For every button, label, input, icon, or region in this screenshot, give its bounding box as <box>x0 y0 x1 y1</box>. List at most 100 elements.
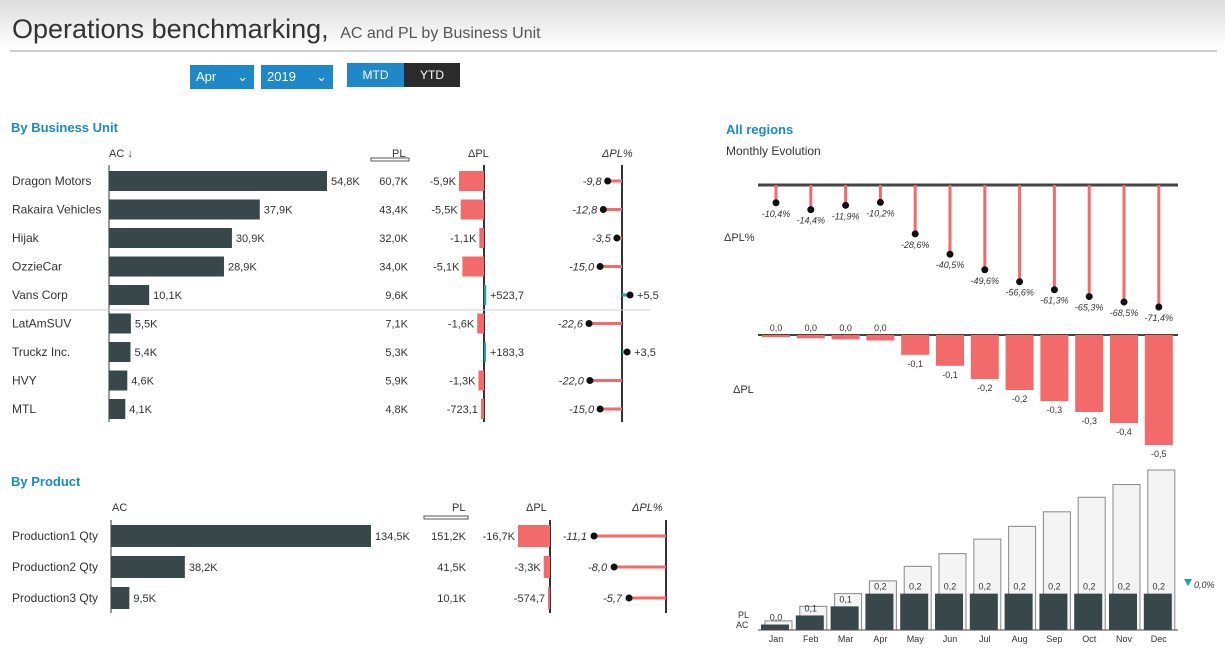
month-tick-label: Mar <box>838 634 854 644</box>
row-label: Rakaira Vehicles <box>12 203 101 217</box>
dpl-value: -1,1K <box>450 233 477 245</box>
chevron-down-icon: ⌄ <box>316 69 327 84</box>
bu-col-ac[interactable]: AC ↓ <box>109 148 133 160</box>
monthly-dplpct-value: -49,6% <box>971 276 1000 286</box>
dpl-value: -5,9K <box>430 176 457 188</box>
ac-bar <box>111 587 130 609</box>
monthly-ac-bar <box>1004 593 1033 630</box>
header-divider <box>10 50 1217 52</box>
monthly-dplpct-dot <box>876 198 884 206</box>
dpl-bar <box>459 171 484 191</box>
business-unit-title: By Business Unit <box>11 120 118 135</box>
dplpct-value: +5,5 <box>637 290 659 302</box>
dplpct-value: -22,6 <box>558 319 584 331</box>
monthly-dpl-value: 0,0 <box>839 323 852 333</box>
monthly-dplpct-dot <box>1120 298 1128 306</box>
monthly-dplpct-value: -56,6% <box>1005 288 1034 298</box>
dplpct-value: -12,8 <box>572 205 598 217</box>
monthly-ac-bar <box>761 624 789 630</box>
monthly-ac-bar <box>1039 593 1068 630</box>
pl-value: 41,5K <box>437 562 466 574</box>
month-tick-label: Jun <box>943 634 958 644</box>
monthly-dpl-value: -0,3 <box>1047 405 1063 415</box>
month-value: Apr <box>196 69 217 84</box>
ac-value: 4,6K <box>131 376 154 388</box>
ac-value: 10,1K <box>153 290 182 302</box>
prod-col-dpl: ΔPL <box>526 502 547 514</box>
row-label: Hijak <box>12 231 40 245</box>
dpl-bar <box>548 587 550 609</box>
dpl-bar <box>478 370 484 391</box>
monthly-ac-bar <box>969 593 998 630</box>
monthly-dplpct-dot <box>911 230 919 238</box>
monthly-dpl-bar <box>1075 335 1104 412</box>
end-variance-label: 0,0% <box>1194 580 1215 590</box>
ac-bar <box>109 399 126 419</box>
prod-col-ac: AC <box>112 502 128 514</box>
chevron-down-icon: ⌄ <box>237 69 248 84</box>
monthly-ac-value: 0,2 <box>874 582 887 592</box>
row-label: Production3 Qty <box>12 591 98 605</box>
dplpct-dot <box>586 377 594 384</box>
monthly-dpl-value: -0,1 <box>942 370 958 380</box>
monthly-dpl-value: -0,1 <box>907 359 923 369</box>
monthly-dpl-bar <box>970 335 999 379</box>
dpl-bar <box>484 342 486 362</box>
dplpct-dot <box>626 291 634 299</box>
ac-bar <box>109 199 260 220</box>
dplpct-value: -3,5 <box>592 233 612 245</box>
monthly-ac-value: 0,2 <box>909 582 922 592</box>
monthly-dplpct-value: -68,5% <box>1110 308 1139 318</box>
dplpct-dot <box>596 263 604 270</box>
dpl-bar <box>462 256 484 277</box>
mtd-button[interactable]: MTD <box>347 63 404 87</box>
month-tick-label: May <box>907 634 925 644</box>
regions-title: All regions <box>726 122 794 137</box>
dpl-bar <box>479 228 484 248</box>
ac-bar <box>109 370 128 391</box>
dpl-bar <box>480 399 484 419</box>
dpl-value: -5,1K <box>433 262 460 274</box>
monthly-ac-value: 0,2 <box>944 582 957 592</box>
dpl-value: -1,6K <box>448 319 475 331</box>
row-label: Production1 Qty <box>12 529 98 543</box>
dplpct-value: -5,7 <box>603 593 623 605</box>
monthly-dpl-bar <box>866 335 895 341</box>
pl-value: 7,1K <box>385 319 408 331</box>
pl-value: 32,0K <box>379 233 408 245</box>
dplpct-value: -11,1 <box>563 531 587 543</box>
monthly-dpl-bar <box>762 335 790 338</box>
month-tick-label: Feb <box>803 634 819 644</box>
dplpct-dot <box>596 405 604 413</box>
ac-value: 30,9K <box>236 233 265 245</box>
monthly-ac-value: 0,2 <box>1048 582 1061 592</box>
monthly-dpl-bar <box>901 335 930 355</box>
row-label: HVY <box>12 374 37 388</box>
dpl-bar <box>543 556 550 578</box>
ac-value: 5,5K <box>135 319 158 331</box>
month-tick-label: Jan <box>769 634 784 644</box>
year-dropdown[interactable]: 2019 ⌄ <box>261 65 333 89</box>
monthly-dpl-value: -0,2 <box>1012 394 1028 404</box>
ac-bar <box>109 171 327 191</box>
month-tick-label: Dec <box>1151 634 1168 644</box>
monthly-dplpct-value: -14,4% <box>797 216 826 226</box>
dplpct-value: -15,0 <box>569 404 595 416</box>
pl-value: 43,4K <box>379 205 408 217</box>
monthly-dpl-value: -0,3 <box>1081 416 1097 426</box>
ytd-button[interactable]: YTD <box>404 63 460 87</box>
monthly-dplpct-dot <box>1016 278 1024 286</box>
monthly-dpl-value: 0,0 <box>770 323 783 333</box>
prod-col-dplpct: ΔPL% <box>632 502 663 514</box>
monthly-ac-bar <box>900 593 929 630</box>
ac-bar <box>111 556 185 578</box>
year-value: 2019 <box>267 69 296 84</box>
row-label: LatAmSUV <box>12 317 71 331</box>
month-dropdown[interactable]: Apr ⌄ <box>190 65 254 89</box>
monthly-ac-bar <box>935 593 963 630</box>
ac-value: 37,9K <box>264 205 293 217</box>
ac-value: 54,8K <box>331 176 360 188</box>
monthly-dpl-value: -0,4 <box>1116 427 1132 437</box>
product-chart: Production1 Qty 134,5K 151,2K -16,7K -11,1 Pr… <box>12 515 667 613</box>
ac-value: 134,5K <box>375 531 411 543</box>
